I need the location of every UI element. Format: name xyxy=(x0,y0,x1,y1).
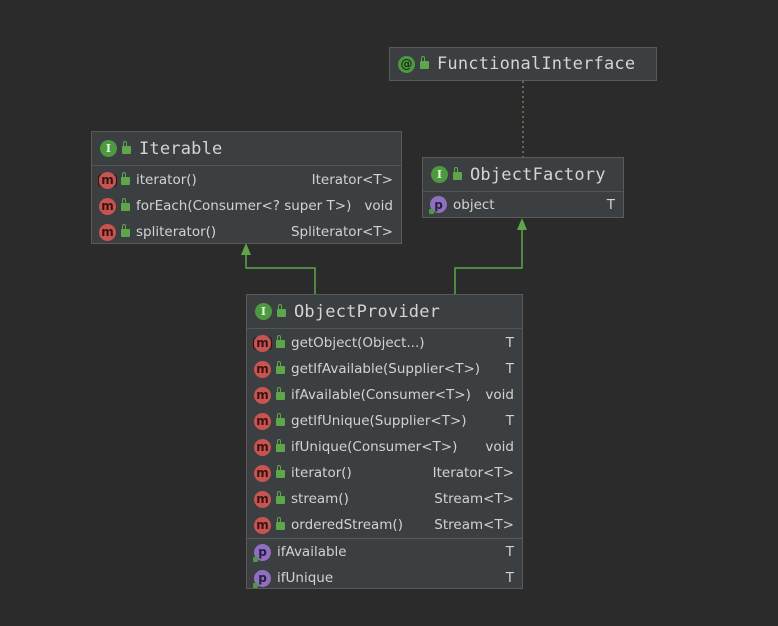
property-icon: p xyxy=(429,196,447,214)
method-icon: m xyxy=(254,464,271,482)
method-type: Spliterator<T> xyxy=(290,224,393,240)
node-header: I ObjectProvider xyxy=(247,295,522,329)
lock-icon xyxy=(453,166,462,180)
property-icon: p xyxy=(253,569,271,588)
lock-icon xyxy=(121,172,130,185)
method-row[interactable]: m iterator() Iterator<T> xyxy=(247,460,522,486)
node-header: I ObjectFactory xyxy=(423,158,623,192)
method-name: spliterator() xyxy=(136,224,217,240)
abstract-method-icon: m xyxy=(98,171,117,189)
method-row[interactable]: m iterator() Iterator<T> xyxy=(92,167,401,193)
method-icon: m xyxy=(254,360,271,378)
lock-icon xyxy=(276,439,285,452)
method-icon: m xyxy=(254,386,271,404)
method-row[interactable]: m getObject(Object...) T xyxy=(247,330,522,356)
node-object-provider[interactable]: I ObjectProvider m getObject(Object...) … xyxy=(246,294,523,589)
method-icon: m xyxy=(99,197,116,215)
inheritance-arrowhead-object-factory xyxy=(517,218,527,230)
property-type: T xyxy=(505,570,514,586)
property-name: ifUnique xyxy=(277,570,334,586)
method-row[interactable]: m stream() Stream<T> xyxy=(247,486,522,512)
node-header: I Iterable xyxy=(92,132,401,166)
lock-icon xyxy=(276,465,285,478)
method-type: void xyxy=(485,387,514,403)
method-row[interactable]: m getIfUnique(Supplier<T>) T xyxy=(247,408,522,434)
method-type: Stream<T> xyxy=(434,517,514,533)
abstract-method-icon: m xyxy=(253,334,272,352)
method-icon: m xyxy=(254,438,271,456)
lock-icon xyxy=(276,517,285,530)
method-type: Iterator<T> xyxy=(311,172,393,188)
property-name: object xyxy=(453,196,495,213)
method-name: getIfAvailable(Supplier<T>) xyxy=(291,361,481,377)
lock-icon xyxy=(277,303,286,317)
method-type: Stream<T> xyxy=(434,491,514,507)
lock-icon xyxy=(121,198,130,211)
lock-icon xyxy=(420,56,429,69)
lock-icon xyxy=(276,413,285,426)
lock-icon xyxy=(121,224,130,237)
method-name: orderedStream() xyxy=(291,517,403,533)
annotation-icon: @ xyxy=(398,55,415,73)
property-row[interactable]: p ifAvailable T xyxy=(247,539,522,565)
interface-icon: I xyxy=(255,303,272,320)
method-name: ifUnique(Consumer<T>) xyxy=(291,439,458,455)
node-title: FunctionalInterface xyxy=(437,54,636,74)
node-title: Iterable xyxy=(139,138,223,159)
lock-icon xyxy=(276,335,285,348)
method-name: stream() xyxy=(291,491,349,507)
node-object-factory[interactable]: I ObjectFactory p object T xyxy=(422,157,624,218)
node-title: ObjectProvider xyxy=(294,301,441,322)
method-row[interactable]: m forEach(Consumer<? super T>) void xyxy=(92,193,401,219)
lock-icon xyxy=(276,361,285,374)
property-type: T xyxy=(606,196,615,213)
method-row[interactable]: m spliterator() Spliterator<T> xyxy=(92,219,401,245)
method-type: void xyxy=(485,439,514,455)
method-icon: m xyxy=(254,490,271,508)
inheritance-edge-object-factory xyxy=(454,229,523,294)
method-type: T xyxy=(505,361,514,377)
property-name: ifAvailable xyxy=(277,544,347,560)
method-type: T xyxy=(505,413,514,429)
method-name: forEach(Consumer<? super T>) xyxy=(136,198,352,214)
property-type: T xyxy=(505,544,514,560)
method-type: T xyxy=(505,335,514,351)
method-icon: m xyxy=(254,412,271,430)
method-row[interactable]: m getIfAvailable(Supplier<T>) T xyxy=(247,356,522,382)
inheritance-edge-iterable xyxy=(245,254,316,294)
method-name: iterator() xyxy=(136,172,197,188)
lock-icon xyxy=(276,491,285,504)
method-row[interactable]: m orderedStream() Stream<T> xyxy=(247,512,522,538)
node-title: ObjectFactory xyxy=(470,164,606,185)
method-row[interactable]: m ifAvailable(Consumer<T>) void xyxy=(247,382,522,408)
method-type: void xyxy=(364,198,393,214)
property-row[interactable]: p object T xyxy=(423,192,623,217)
method-row[interactable]: m ifUnique(Consumer<T>) void xyxy=(247,434,522,460)
node-iterable[interactable]: I Iterable m iterator() Iterator<T> m fo… xyxy=(91,131,402,244)
node-header: @ FunctionalInterface xyxy=(390,48,656,80)
property-row[interactable]: p ifUnique T xyxy=(247,565,522,591)
lock-icon xyxy=(276,387,285,400)
method-name: getIfUnique(Supplier<T>) xyxy=(291,413,467,429)
method-name: ifAvailable(Consumer<T>) xyxy=(291,387,471,403)
method-type: Iterator<T> xyxy=(432,465,514,481)
node-functional-interface[interactable]: @ FunctionalInterface xyxy=(389,47,657,81)
property-icon: p xyxy=(253,543,271,562)
method-icon: m xyxy=(99,223,116,241)
lock-icon xyxy=(122,140,131,154)
interface-icon: I xyxy=(100,140,117,157)
method-icon: m xyxy=(254,516,271,534)
method-name: iterator() xyxy=(291,465,352,481)
interface-icon: I xyxy=(431,166,448,183)
method-name: getObject(Object...) xyxy=(291,335,425,351)
